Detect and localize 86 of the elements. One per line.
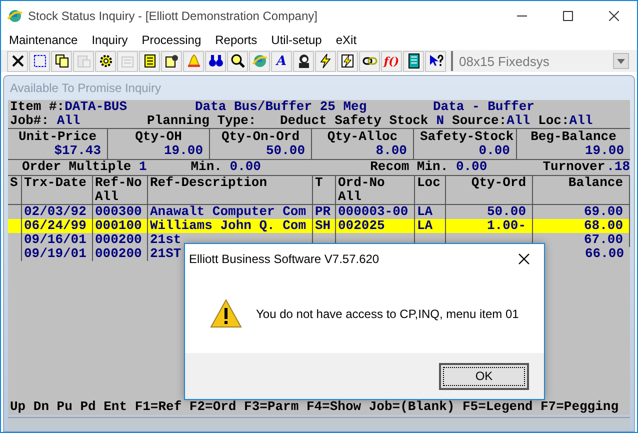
help-pointer-icon [428,53,444,69]
summary-value: 19.00 [584,144,624,158]
selection-icon [32,53,48,69]
order-field: Turnover.18 [542,160,630,174]
menu-item[interactable]: Reports [208,33,264,47]
menu-item[interactable]: Processing [134,33,208,47]
table-cell: SH [313,219,336,233]
toolbar-button[interactable] [315,50,336,72]
summary-label: Qty-On-Ord [220,130,300,144]
toolbar-button[interactable] [161,50,182,72]
function-key-legend: Up Dn Pu Pd Ent F1=Ref F2=Ord F3=Parm F4=Show Job=(Blank) F5=Legend F7=Pegging [8,399,630,415]
menu-item[interactable]: Inquiry [84,33,135,47]
ok-button[interactable]: OK [439,362,529,390]
toolbar-button[interactable] [205,50,226,72]
order-field: Recom Min. 0.00 [370,160,543,174]
gear-icon [98,53,114,69]
table-cell: 000200 [93,247,148,261]
app-globe-icon [7,8,23,24]
item-category: Data - Buffer [433,100,534,114]
table-cell: 09/19/01 [22,247,93,261]
person-document-icon [164,53,180,69]
table-cell: Williams John Q. Com [148,219,313,233]
order-field: Order Multiple 1 [8,160,191,174]
menu-item[interactable]: Maintenance [2,33,85,47]
lightning-icon [318,53,334,69]
summary-value: 50.00 [264,144,305,158]
warning-icon [210,299,242,328]
lightning-document-icon [340,53,356,69]
caret-icon [617,58,625,64]
toolbar-button[interactable] [29,50,50,72]
order-field: Min. 0.00 [190,160,370,174]
binoculars-icon [208,53,224,69]
toolbar-button[interactable] [51,50,72,72]
toolbar-button[interactable] [403,50,424,72]
horizontal-scrollbar[interactable] [8,417,630,430]
table-cell-text: 66.00 [584,247,625,261]
list-icon [406,53,422,69]
toolbar-button[interactable] [425,50,446,72]
close-icon [609,10,619,20]
table-cell: 002025 [336,219,415,233]
table-cell: 06/24/99 [22,219,93,233]
item-field: Item #:DATA-BUS [10,100,195,114]
planning-type-label: Planning Type: [147,114,258,128]
notepad-icon [142,53,158,69]
table-cell: 000100 [93,219,148,233]
toolbar-button[interactable]: f() [381,50,402,72]
close-icon [10,53,26,69]
summary-value: 0.00 [478,144,510,158]
toolbar-button[interactable] [359,50,380,72]
item-description: Data Bus/Buffer 25 Meg [195,100,368,114]
planning-type-value: Deduct Safety Stock [280,114,428,128]
toolbar-button[interactable] [293,50,314,72]
toolbar-button[interactable] [95,50,116,72]
menu-item[interactable]: Util-setup [264,33,329,47]
summary-value: 19.00 [162,144,203,158]
summary-label: Qty-Alloc [326,130,399,144]
copy-icon [54,53,70,69]
globe-icon [252,53,268,69]
maximize-icon [563,10,573,20]
toolbar-button[interactable]: A [271,50,292,72]
search-icon [230,53,246,69]
summary-label: Unit-Price [17,130,98,144]
table-cell: 68.00 [533,219,630,233]
planning-code-text: N [436,114,444,128]
paste-icon [76,53,92,69]
child-window-title: Available To Promise Inquiry [9,80,162,97]
summary-label: Qty-OH [134,130,183,144]
toolbar-button[interactable] [139,50,160,72]
toolbar-button[interactable] [337,50,358,72]
summary-value: 8.00 [374,144,407,158]
table-cell: 000200 [93,233,148,247]
table-cell: 09/16/01 [22,233,93,247]
menu-item[interactable]: eXit [328,33,364,47]
source-field: Source:All [452,114,530,128]
summary-value: $17.43 [53,144,101,158]
window-title: Stock Status Inquiry - [Elliott Demonstration Company] [28,8,318,22]
close-icon [518,253,530,265]
table-cell: LA [415,219,446,233]
summary-label: Beg-Balance [530,130,618,144]
toolbar-button[interactable] [227,50,248,72]
bell-icon [186,53,202,69]
table-cell: 1.00- [446,219,533,233]
toolbar-button[interactable] [7,50,28,72]
dialog-message: You do not have access to CP,INQ, menu item 01 [256,306,519,320]
job-field: Job#: All [10,114,147,128]
location-field: Loc:All [538,114,593,128]
